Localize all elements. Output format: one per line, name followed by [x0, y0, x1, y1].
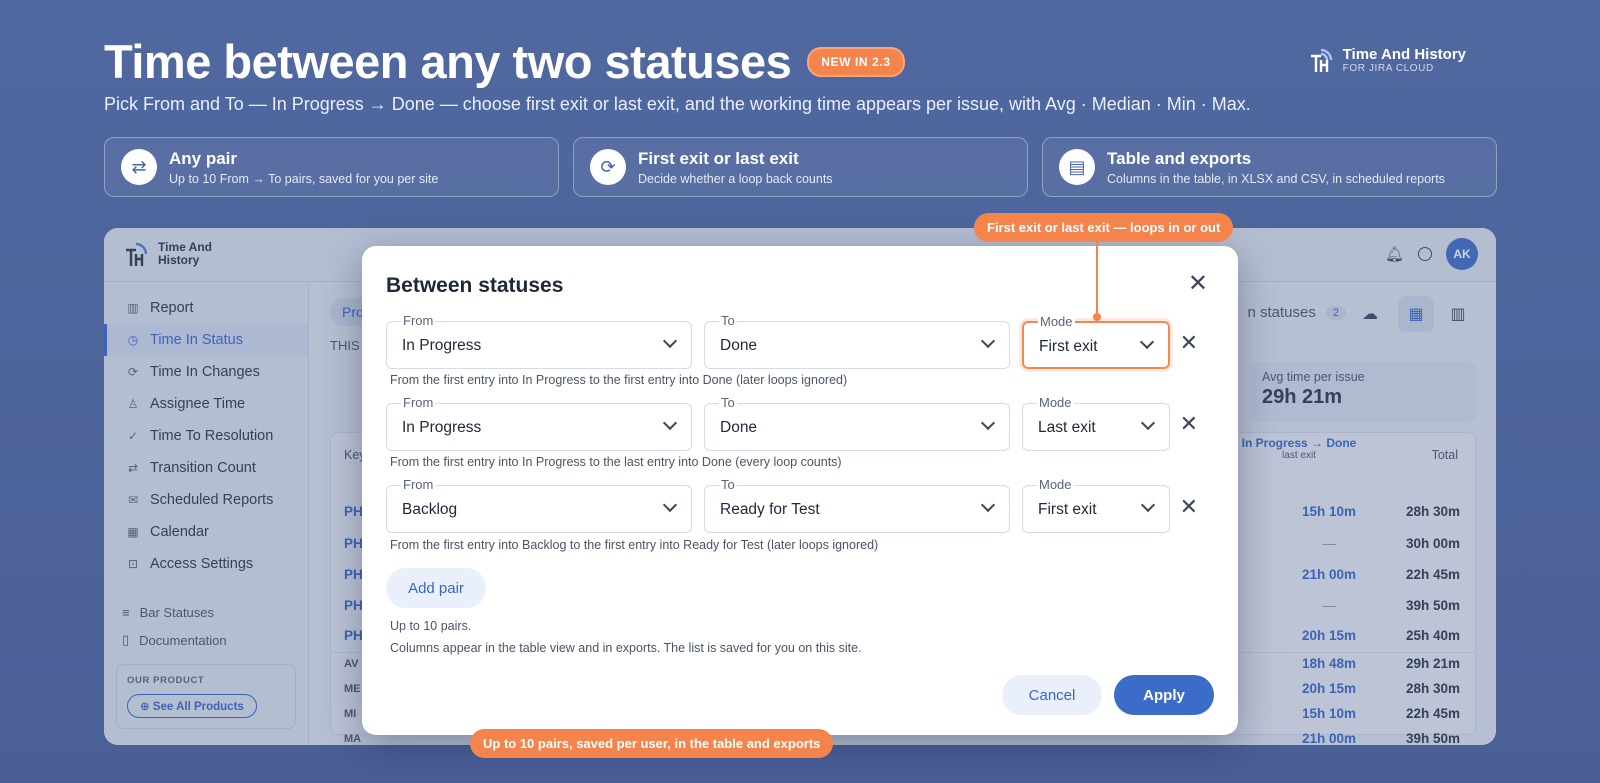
refresh-icon: ⟳: [590, 149, 626, 185]
from-value: In Progress: [402, 337, 482, 354]
to-value: Ready for Test: [720, 501, 820, 518]
feature-title: First exit or last exit: [638, 148, 799, 168]
mode-select[interactable]: Mode First exit: [1022, 314, 1170, 369]
from-label: From: [401, 313, 436, 328]
feature-card-any-pair: ⇄ Any pair Up to 10 From → To pairs, sav…: [104, 137, 559, 197]
to-select[interactable]: To Ready for Test: [704, 477, 1010, 533]
close-icon[interactable]: ✕: [1188, 272, 1208, 296]
chevron-down-icon: [1140, 497, 1156, 513]
new-version-badge: NEW IN 2.3: [807, 46, 905, 77]
columns-note: Columns appear in the table view and in …: [390, 641, 862, 655]
brand-tagline: FOR JIRA CLOUD: [1342, 62, 1434, 74]
mode-select[interactable]: Mode First exit: [1022, 477, 1170, 533]
remove-pair-icon[interactable]: ✕: [1180, 411, 1198, 437]
page-title: Time between any two statuses: [104, 35, 792, 88]
remove-pair-icon[interactable]: ✕: [1180, 330, 1198, 356]
from-select[interactable]: From In Progress: [386, 313, 692, 369]
from-label: From: [401, 477, 436, 492]
brand-name: Time And History: [1342, 45, 1466, 63]
brand-logo-icon: [1307, 46, 1335, 74]
cancel-button[interactable]: Cancel: [1002, 675, 1102, 715]
to-select[interactable]: To Done: [704, 395, 1010, 451]
callout-exit-mode: First exit or last exit — loops in or ou…: [974, 213, 1234, 242]
from-value: In Progress: [402, 419, 482, 436]
feature-card-exports: ▤ Table and exports Columns in the table…: [1042, 137, 1497, 197]
from-value: Backlog: [402, 501, 458, 518]
pair-hint: From the first entry into Backlog to the…: [390, 538, 879, 552]
mode-value: Last exit: [1038, 419, 1096, 436]
callout-connector: [1096, 242, 1098, 316]
mode-value: First exit: [1038, 501, 1097, 518]
chevron-down-icon: [662, 415, 678, 431]
chevron-down-icon: [662, 497, 678, 513]
to-label: To: [719, 477, 737, 492]
feature-title: Any pair: [169, 148, 238, 168]
to-value: Done: [720, 419, 758, 436]
from-label: From: [401, 395, 436, 410]
chevron-down-icon: [662, 333, 678, 349]
mode-label: Mode: [1038, 314, 1075, 329]
remove-pair-icon[interactable]: ✕: [1180, 494, 1198, 520]
to-label: To: [719, 395, 737, 410]
page-subtitle: Pick From and To — In Progress → Done — …: [104, 94, 1251, 114]
between-statuses-dialog: Between statuses ✕ From In Progress To D…: [362, 246, 1238, 735]
apply-button[interactable]: Apply: [1114, 675, 1214, 715]
chevron-down-icon: [1140, 415, 1156, 431]
feature-title: Table and exports: [1107, 148, 1252, 168]
chevron-down-icon: [980, 415, 996, 431]
from-select[interactable]: From In Progress: [386, 395, 692, 451]
chevron-down-icon: [1139, 334, 1155, 350]
mode-label: Mode: [1037, 477, 1074, 492]
feature-desc: Columns in the table, in XLSX and CSV, i…: [1107, 171, 1445, 186]
feature-cards: ⇄ Any pair Up to 10 From → To pairs, sav…: [104, 137, 1497, 197]
pair-hint: From the first entry into In Progress to…: [390, 373, 848, 387]
feature-desc: Decide whether a loop back counts: [638, 171, 833, 186]
brand: Time And History FOR JIRA CLOUD: [1307, 46, 1466, 74]
to-select[interactable]: To Done: [704, 313, 1010, 369]
document-icon: ▤: [1059, 149, 1095, 185]
pair-hint: From the first entry into In Progress to…: [390, 455, 842, 469]
swap-icon: ⇄: [121, 149, 157, 185]
feature-desc: Up to 10 From → To pairs, saved for you …: [169, 171, 439, 186]
add-pair-button[interactable]: Add pair: [386, 568, 486, 608]
hero-title-row: Time between any two statuses NEW IN 2.3: [104, 34, 905, 89]
callout-dot: [1093, 313, 1101, 321]
chevron-down-icon: [980, 497, 996, 513]
from-select[interactable]: From Backlog: [386, 477, 692, 533]
chevron-down-icon: [980, 333, 996, 349]
feature-card-exit-mode: ⟳ First exit or last exit Decide whether…: [573, 137, 1028, 197]
callout-pairs: Up to 10 pairs, saved per user, in the t…: [470, 729, 834, 758]
to-value: Done: [720, 337, 758, 354]
mode-label: Mode: [1037, 395, 1074, 410]
dialog-title: Between statuses: [386, 274, 564, 297]
to-label: To: [719, 313, 737, 328]
mode-select[interactable]: Mode Last exit: [1022, 395, 1170, 451]
mode-value: First exit: [1039, 338, 1098, 355]
limit-note: Up to 10 pairs.: [390, 619, 472, 633]
